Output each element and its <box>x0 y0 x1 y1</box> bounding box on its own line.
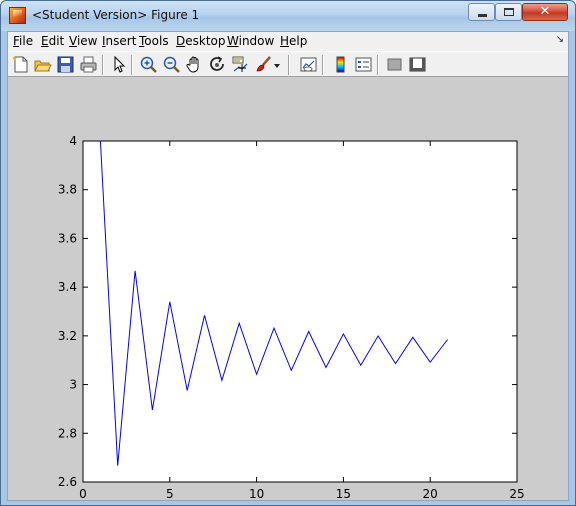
menu-tools[interactable]: Tools <box>139 34 169 48</box>
y-tick-label: 3.8 <box>58 183 77 197</box>
window-client-area: File Edit View Insert Tools Desktop Wind… <box>7 31 569 501</box>
y-tick-label: 2.8 <box>58 426 77 440</box>
edit-plot-arrow-icon[interactable] <box>109 55 128 74</box>
save-icon[interactable] <box>56 55 75 74</box>
maximize-button[interactable] <box>495 3 522 21</box>
toolbar-separator <box>288 55 290 75</box>
matlab-logo-icon[interactable] <box>9 7 26 24</box>
toolbar-separator <box>322 55 324 75</box>
rotate-3d-icon[interactable] <box>208 55 227 74</box>
title-bar[interactable]: <Student Version> Figure 1 ✕ <box>1 1 575 31</box>
print-icon[interactable] <box>79 55 98 74</box>
menu-view[interactable]: View <box>69 34 97 48</box>
toolbar-separator <box>102 55 104 75</box>
menu-file[interactable]: File <box>13 34 33 48</box>
x-tick-label: 20 <box>423 487 438 500</box>
x-tick-label: 25 <box>509 487 524 500</box>
toolbar-separator <box>377 55 379 75</box>
menu-help[interactable]: Help <box>280 34 307 48</box>
line-plot[interactable]: 0 5 10 15 20 25 2.6 2.8 3 3.2 3.4 3.6 3.8 4 <box>8 78 568 500</box>
y-tick-label: 3.6 <box>58 231 77 245</box>
y-tick-label: 4 <box>69 134 77 148</box>
menu-window[interactable]: Window <box>227 34 274 48</box>
menu-insert[interactable]: Insert <box>102 34 136 48</box>
x-tick-label: 10 <box>249 487 264 500</box>
zoom-out-icon[interactable] <box>162 55 181 74</box>
x-tick-label: 0 <box>79 487 87 500</box>
figure-canvas[interactable]: 0 5 10 15 20 25 2.6 2.8 3 3.2 3.4 3.6 3.8 4 <box>8 78 568 500</box>
x-tick-label: 15 <box>336 487 351 500</box>
insert-colorbar-icon[interactable] <box>331 55 350 74</box>
menu-bar: File Edit View Insert Tools Desktop Wind… <box>8 32 568 51</box>
menu-edit[interactable]: Edit <box>41 34 64 48</box>
y-tick-label: 3.4 <box>58 280 77 294</box>
maximize-icon <box>504 8 514 16</box>
pan-hand-icon[interactable] <box>185 55 204 74</box>
data-cursor-icon[interactable] <box>231 55 250 74</box>
axes-box <box>82 140 518 483</box>
x-tick-label: 5 <box>166 487 174 500</box>
zoom-in-icon[interactable] <box>139 55 158 74</box>
menu-desktop[interactable]: Desktop <box>176 34 226 48</box>
open-file-icon[interactable] <box>33 55 52 74</box>
minimize-button[interactable] <box>468 3 495 21</box>
toolbar-separator <box>131 55 133 75</box>
dock-arrow-icon[interactable]: ↘ <box>556 34 564 45</box>
hide-plot-tools-icon[interactable] <box>385 55 404 74</box>
link-plot-icon[interactable] <box>299 55 318 74</box>
y-tick-label: 2.6 <box>58 475 77 489</box>
brush-icon[interactable] <box>254 55 273 74</box>
close-button[interactable]: ✕ <box>522 3 568 21</box>
figure-window: <Student Version> Figure 1 ✕ File Edit V… <box>0 0 576 506</box>
y-tick-label: 3.2 <box>58 329 77 343</box>
close-icon: ✕ <box>539 4 551 19</box>
y-tick-label: 3 <box>69 378 77 392</box>
show-plot-tools-icon[interactable] <box>408 55 427 74</box>
new-figure-icon[interactable] <box>11 55 30 74</box>
insert-legend-icon[interactable] <box>354 55 373 74</box>
brush-dropdown-icon[interactable] <box>272 55 282 74</box>
figure-toolbar <box>8 51 568 77</box>
minimize-icon <box>478 14 487 17</box>
window-title: <Student Version> Figure 1 <box>32 8 200 22</box>
